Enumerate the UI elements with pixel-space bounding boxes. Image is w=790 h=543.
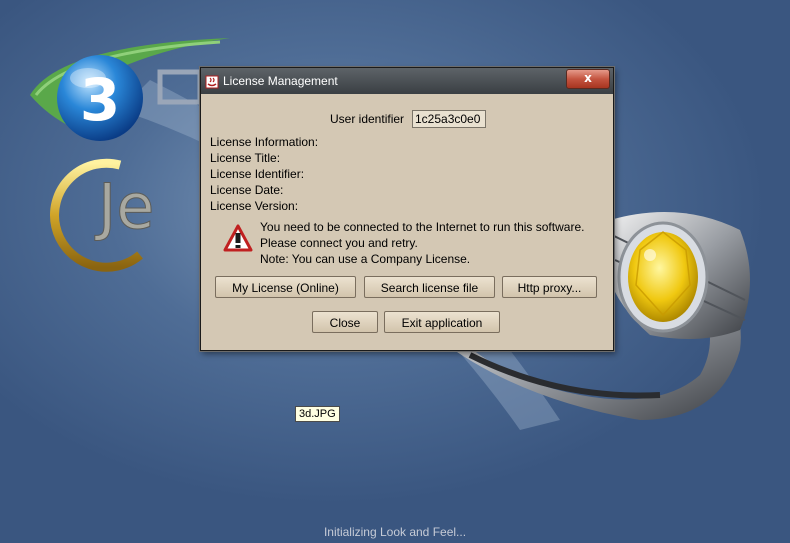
exit-application-button[interactable]: Exit application xyxy=(384,311,500,333)
license-version-label: License Version: xyxy=(210,199,299,213)
warning-line-1: You need to be connected to the Internet… xyxy=(260,220,585,234)
dialog-title: License Management xyxy=(223,74,338,88)
warning-line-2: Please connect you and retry. xyxy=(260,236,418,250)
warning-line-3: Note: You can use a Company License. xyxy=(260,252,471,266)
license-information-label: License Information: xyxy=(210,135,319,149)
my-license-online-button[interactable]: My License (Online) xyxy=(215,276,356,298)
license-management-dialog: License Management x User identifier 1c2… xyxy=(200,67,614,351)
warning-icon xyxy=(223,224,253,258)
close-button[interactable]: Close xyxy=(312,311,378,333)
user-identifier-field[interactable]: 1c25a3c0e0 xyxy=(412,110,486,128)
license-title-label: License Title: xyxy=(210,151,281,165)
license-date-label: License Date: xyxy=(210,183,284,197)
java-app-icon xyxy=(205,74,219,93)
license-identifier-label: License Identifier: xyxy=(210,167,305,181)
user-identifier-label: User identifier xyxy=(330,112,405,126)
status-text: Initializing Look and Feel... xyxy=(323,525,467,539)
close-icon: x xyxy=(584,71,592,85)
search-license-file-button[interactable]: Search license file xyxy=(364,276,495,298)
logo-number: 3 xyxy=(80,66,120,134)
file-tooltip: 3d.JPG xyxy=(295,406,340,422)
logo-text: Je xyxy=(94,170,154,243)
close-window-button[interactable]: x xyxy=(566,69,610,89)
dialog-titlebar[interactable]: License Management x xyxy=(201,68,613,94)
http-proxy-button[interactable]: Http proxy... xyxy=(502,276,597,298)
